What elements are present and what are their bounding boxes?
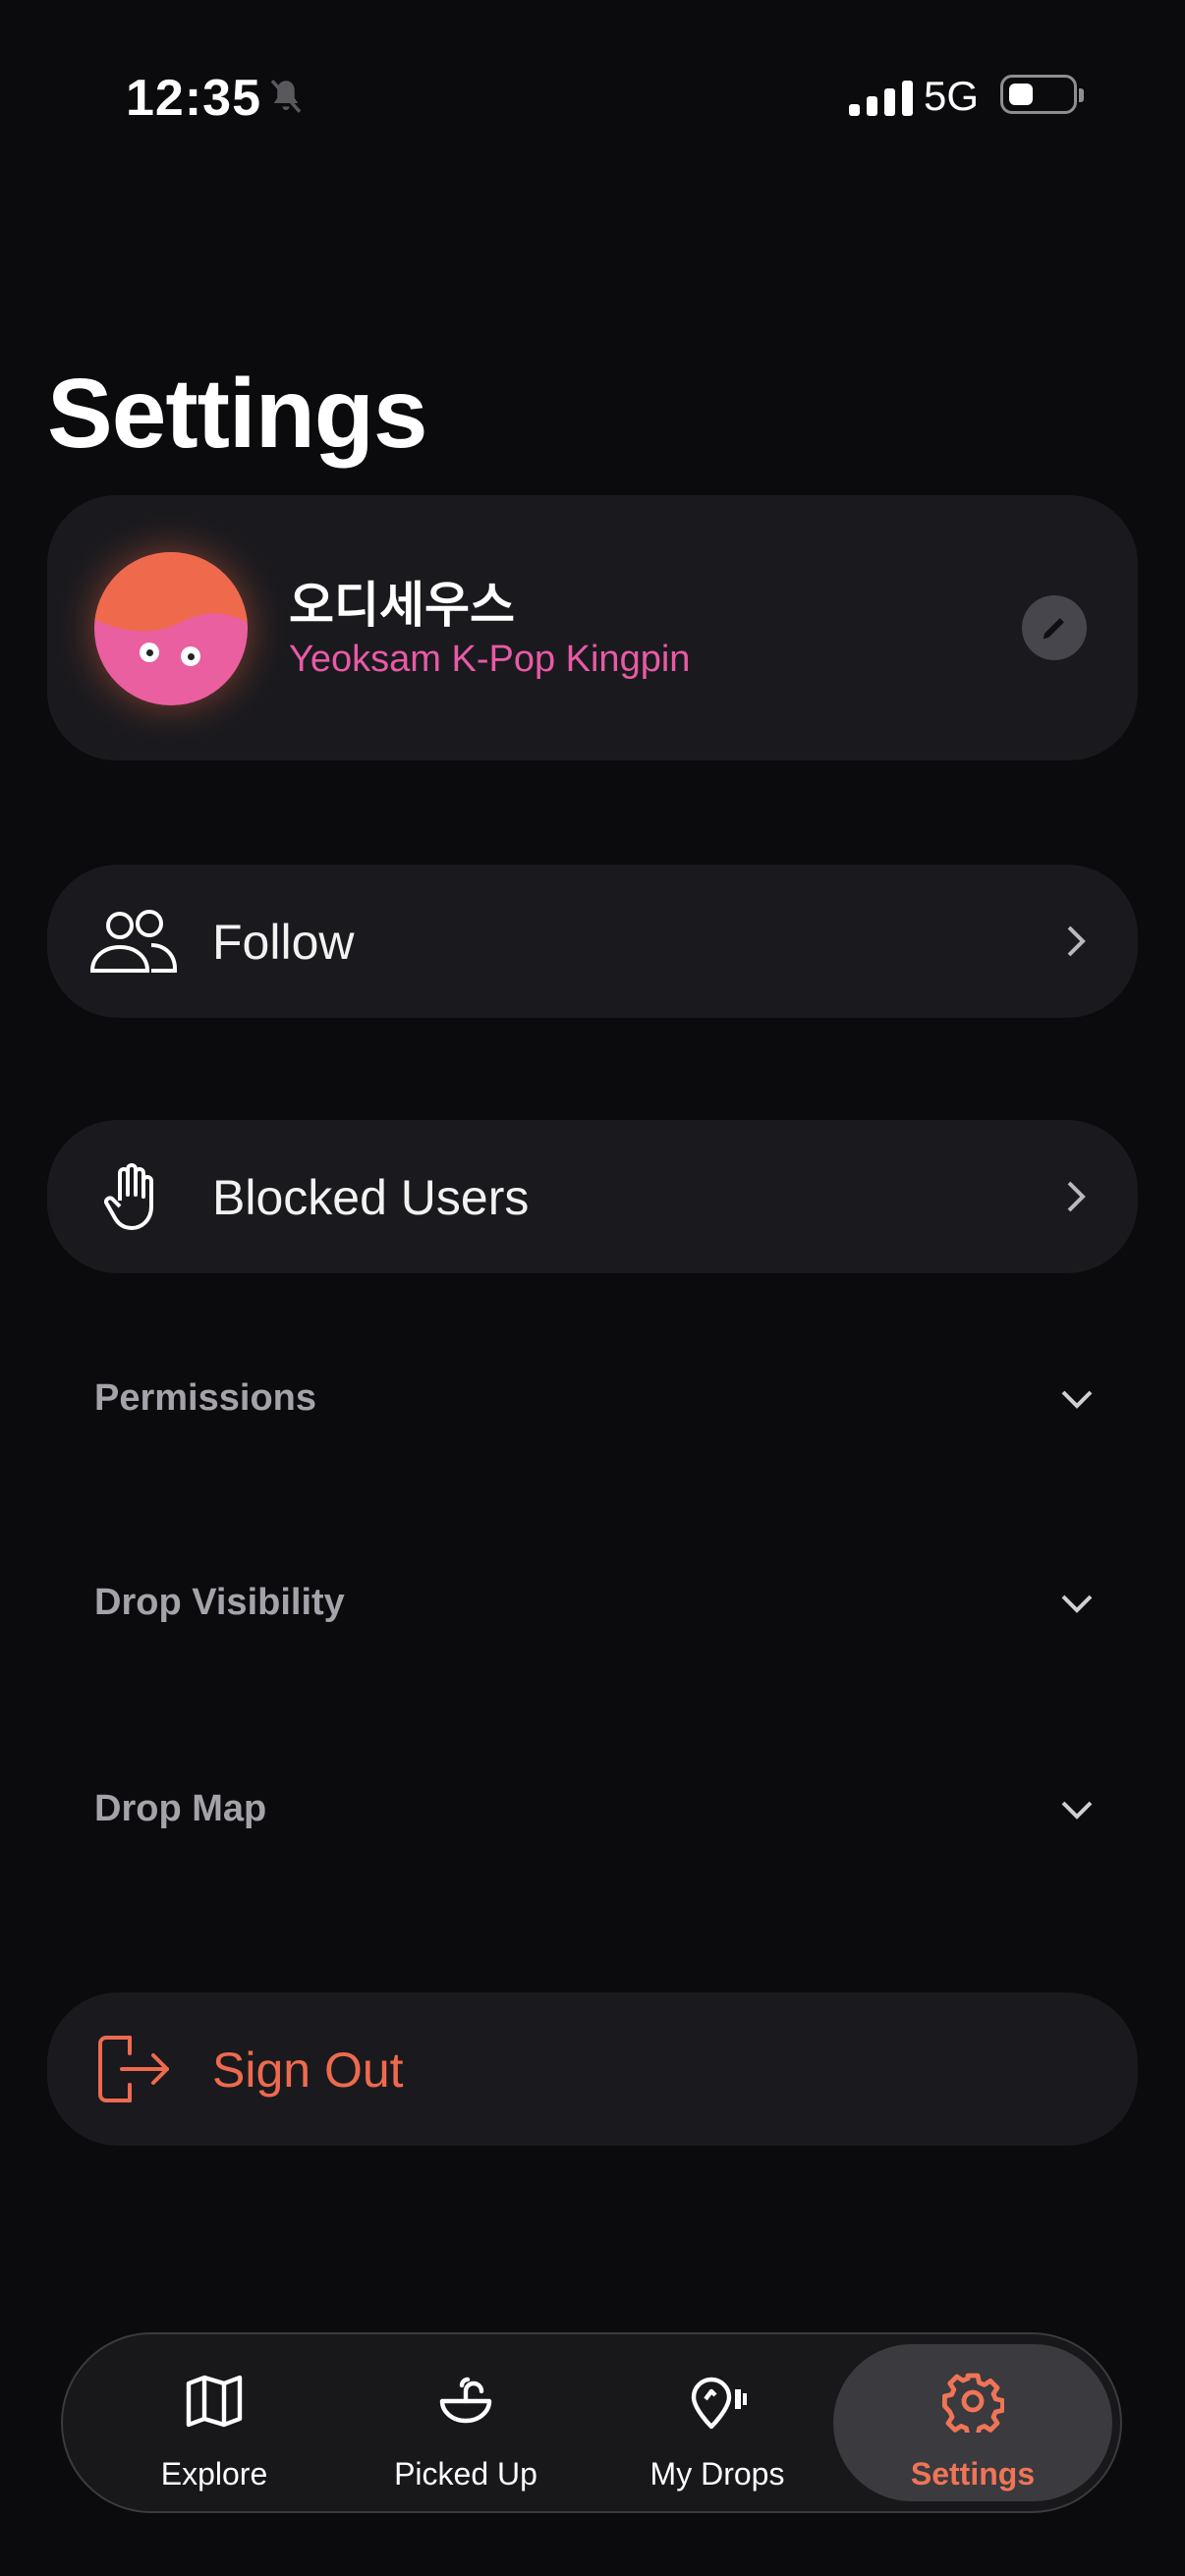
silent-bell-icon [270, 80, 302, 113]
follow-label: Follow [212, 915, 355, 970]
chevron-down-icon [1061, 1390, 1093, 1409]
section-title: Permissions [94, 1377, 316, 1419]
chevron-right-icon [1067, 925, 1086, 957]
permissions-section[interactable]: Permissions [47, 1352, 1138, 1450]
tab-bar: Explore Picked Up My Drops Settings [61, 2332, 1122, 2513]
hand-icon [86, 1157, 181, 1236]
tab-explore[interactable]: Explore [90, 2344, 338, 2501]
battery-icon [1000, 75, 1084, 114]
section-title: Drop Visibility [94, 1582, 345, 1623]
follow-row[interactable]: Follow [47, 865, 1138, 1018]
cellular-signal-icon [849, 79, 913, 116]
status-time: 12:35 [126, 70, 261, 127]
section-title: Drop Map [94, 1788, 267, 1829]
tab-label: Explore [160, 2456, 268, 2492]
pencil-icon [1043, 618, 1064, 640]
tab-label: My Drops [649, 2456, 785, 2492]
drop-visibility-section[interactable]: Drop Visibility [47, 1556, 1138, 1654]
people-icon [86, 902, 181, 980]
chevron-down-icon [1061, 1595, 1093, 1613]
profile-subtitle: Yeoksam K-Pop Kingpin [289, 639, 691, 680]
sign-out-label: Sign Out [212, 2043, 404, 2098]
tab-settings[interactable]: Settings [833, 2344, 1112, 2501]
sign-out-icon [86, 2030, 181, 2108]
page-title: Settings [47, 359, 427, 469]
map-icon [186, 2375, 243, 2428]
sign-out-button[interactable]: Sign Out [47, 1992, 1138, 2146]
tab-my-drops[interactable]: My Drops [593, 2344, 841, 2501]
status-bar: 12:35 5G [0, 61, 1185, 132]
network-type: 5G [924, 73, 980, 119]
chevron-down-icon [1061, 1801, 1093, 1820]
profile-card[interactable]: 오디세우스 Yeoksam K-Pop Kingpin [47, 495, 1138, 760]
bowl-icon [439, 2377, 492, 2424]
tab-label: Settings [910, 2456, 1036, 2492]
tab-label: Picked Up [394, 2456, 537, 2492]
blocked-users-row[interactable]: Blocked Users [47, 1120, 1138, 1273]
blocked-users-label: Blocked Users [212, 1170, 530, 1225]
settings-screen: 12:35 5G Settings 오디세우스 Yeoksam K-Pop Ki… [0, 0, 1185, 2576]
drop-map-section[interactable]: Drop Map [47, 1763, 1138, 1861]
edit-profile-button[interactable] [1022, 595, 1087, 660]
avatar [94, 552, 248, 705]
profile-name: 오디세우스 [289, 577, 515, 634]
chevron-right-icon [1067, 1181, 1086, 1212]
pin-icon [691, 2377, 747, 2430]
tab-picked-up[interactable]: Picked Up [342, 2344, 590, 2501]
gear-icon [942, 2373, 1004, 2433]
